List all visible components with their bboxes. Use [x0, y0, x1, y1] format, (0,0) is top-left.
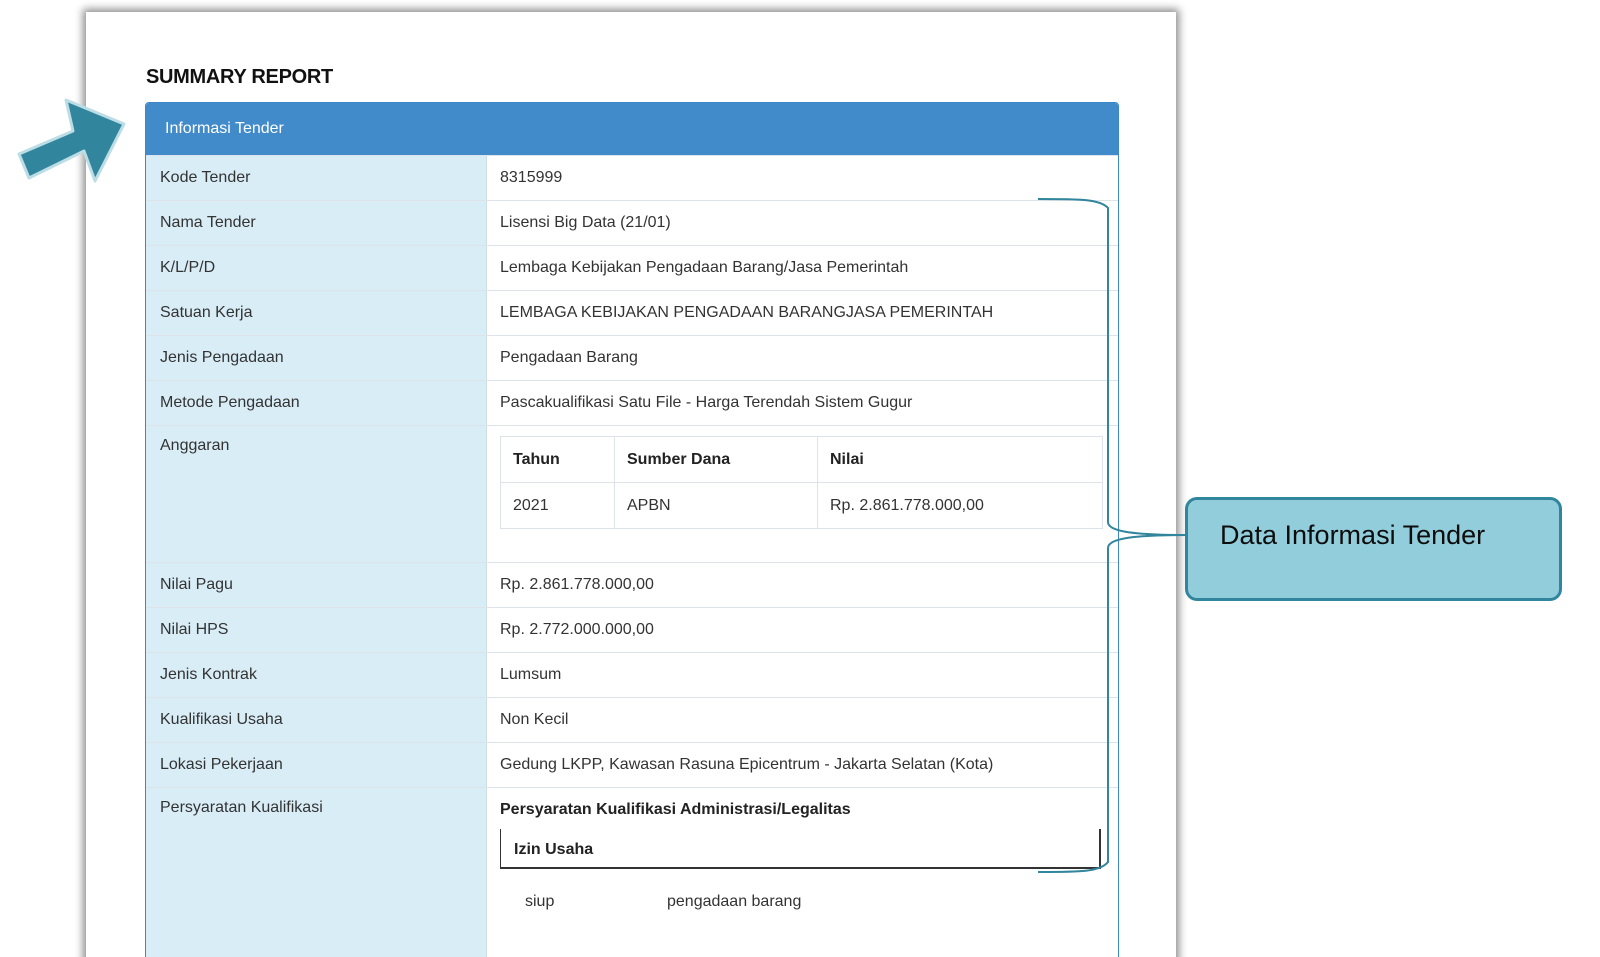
callout-text: Data Informasi Tender	[1220, 520, 1486, 550]
callout-box: Data Informasi Tender	[1185, 497, 1562, 601]
slide: SUMMARY REPORT Informasi Tender Kode Ten…	[0, 0, 1600, 957]
annotation-overlay	[17, 98, 1187, 873]
bracket-icon	[1037, 198, 1187, 873]
arrow-pointer-icon	[17, 98, 126, 183]
